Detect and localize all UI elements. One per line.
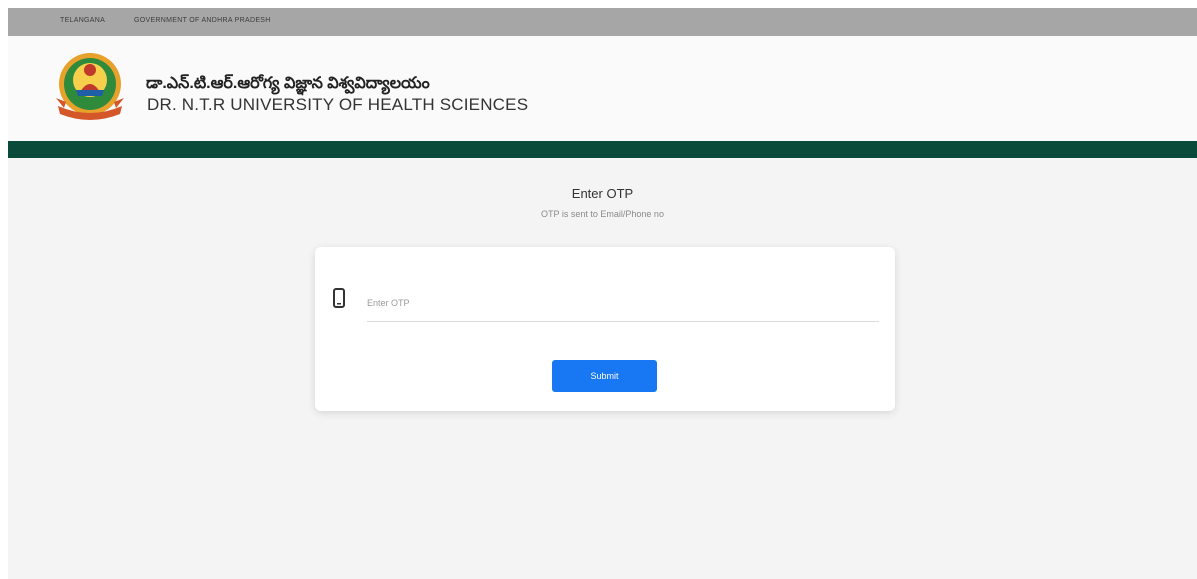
otp-subheading: OTP is sent to Email/Phone no: [541, 209, 664, 219]
header-green-band: [8, 141, 1197, 158]
submit-button[interactable]: Submit: [552, 360, 657, 392]
university-logo-icon[interactable]: [52, 50, 128, 122]
otp-heading: Enter OTP: [571, 186, 634, 201]
otp-card: Submit: [315, 247, 895, 411]
university-name-telugu: డా.ఎన్.టి.ఆర్.ఆరోగ్య విజ్ఞాన విశ్వవిద్యా…: [146, 75, 430, 92]
mobile-phone-icon: [333, 288, 345, 308]
otp-input[interactable]: [367, 285, 879, 322]
site-header: డా.ఎన్.టి.ఆర్.ఆరోగ్య విజ్ఞాన విశ్వవిద్యా…: [8, 36, 1197, 141]
topbar-link-andhra-pradesh[interactable]: GOVERNMENT OF ANDHRA PRADESH: [134, 17, 271, 24]
top-link-bar: TELANGANA GOVERNMENT OF ANDHRA PRADESH: [8, 8, 1197, 36]
university-name-english: DR. N.T.R UNIVERSITY OF HEALTH SCIENCES: [147, 95, 529, 114]
page-frame: TELANGANA GOVERNMENT OF ANDHRA PRADESH డ…: [8, 8, 1197, 579]
topbar-link-telangana[interactable]: TELANGANA: [60, 17, 105, 24]
